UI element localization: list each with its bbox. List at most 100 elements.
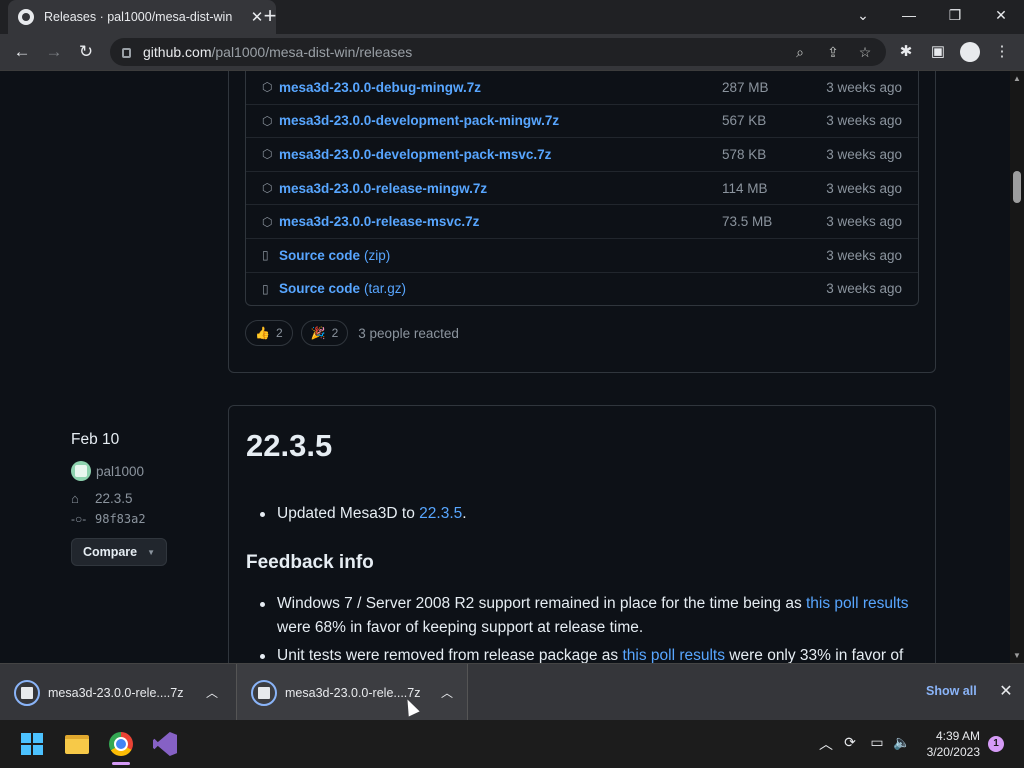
- sync-icon[interactable]: ⟳: [840, 734, 860, 751]
- asset-row[interactable]: ⬡ mesa3d-23.0.0-development-pack-msvc.7z…: [246, 137, 918, 171]
- sidepanel-icon[interactable]: ▣: [927, 41, 949, 63]
- clock-time: 4:39 AM: [935, 729, 980, 743]
- scrollbar-thumb[interactable]: [1013, 171, 1021, 203]
- scroll-down-icon[interactable]: ▼: [1013, 651, 1021, 660]
- menu-icon[interactable]: ⋮: [991, 41, 1013, 63]
- chevron-up-icon[interactable]: ︿: [202, 684, 222, 701]
- avatar[interactable]: [71, 461, 91, 481]
- version-link[interactable]: 22.3.5: [419, 505, 462, 522]
- thumbs-up-reaction[interactable]: 👍 2: [245, 320, 293, 346]
- asset-row[interactable]: ⬡ mesa3d-23.0.0-debug-mingw.7z 287 MB 3 …: [246, 71, 918, 104]
- list-item: Windows 7 / Server 2008 R2 support remai…: [260, 592, 921, 640]
- address-bar[interactable]: github.com/pal1000/mesa-dist-win/release…: [110, 38, 886, 66]
- tab-title: Releases · pal1000/mesa-dist-win: [44, 10, 233, 24]
- lock-icon[interactable]: [122, 48, 131, 58]
- release-card-22-3-5: 22.3.5 Updated Mesa3D to 22.3.5. Feedbac…: [228, 405, 936, 663]
- taskbar: ︿ ⟳ ▭ 🔈 4:39 AM 3/20/2023 1: [0, 720, 1024, 768]
- tada-reaction[interactable]: 🎉 2: [300, 320, 349, 346]
- asset-row[interactable]: ⬡ mesa3d-23.0.0-development-pack-mingw.7…: [246, 103, 918, 138]
- asset-link[interactable]: mesa3d-23.0.0-release-msvc.7z: [279, 214, 479, 229]
- tag-name[interactable]: 22.3.5: [95, 491, 133, 506]
- asset-link[interactable]: mesa3d-23.0.0-release-mingw.7z: [279, 181, 487, 196]
- file-explorer-button[interactable]: [61, 728, 93, 760]
- author-line[interactable]: pal1000: [71, 461, 167, 481]
- network-icon[interactable]: ▭: [867, 734, 887, 751]
- back-icon[interactable]: ←: [10, 40, 34, 64]
- source-row[interactable]: ▯ Source code (tar.gz) 3 weeks ago: [246, 271, 918, 306]
- tab-search-icon[interactable]: ⌄: [840, 0, 886, 34]
- browser-toolbar: ← → ↻ github.com/pal1000/mesa-dist-win/r…: [0, 34, 1024, 71]
- tada-icon: 🎉: [310, 326, 326, 340]
- list-item: Unit tests were removed from release pac…: [260, 644, 921, 663]
- download-filename: mesa3d-23.0.0-rele....7z: [285, 685, 421, 700]
- compare-button[interactable]: Compare ▼: [71, 538, 167, 566]
- asset-size: 287 MB: [722, 79, 769, 95]
- tag-icon: ⌂: [71, 491, 79, 506]
- search-icon[interactable]: ⌕: [790, 42, 810, 62]
- package-icon: ⬡: [262, 113, 273, 128]
- start-button[interactable]: [16, 728, 48, 760]
- extensions-icon[interactable]: ✱: [895, 41, 917, 63]
- chevron-up-icon[interactable]: ︿: [816, 734, 836, 754]
- download-item[interactable]: mesa3d-23.0.0-rele....7z ︿: [0, 664, 232, 721]
- close-downloads-icon[interactable]: ✕: [996, 681, 1016, 701]
- tab-strip: Releases · pal1000/mesa-dist-win ✕ + ⌄ —…: [0, 0, 1024, 34]
- reactions-summary: 3 people reacted: [358, 325, 459, 341]
- visual-studio-button[interactable]: [149, 728, 181, 760]
- clock[interactable]: 4:39 AM 3/20/2023: [912, 728, 980, 760]
- forward-icon[interactable]: →: [42, 40, 66, 64]
- feedback-list: Windows 7 / Server 2008 R2 support remai…: [260, 592, 921, 663]
- poll-link[interactable]: this poll results: [622, 647, 725, 663]
- scroll-up-icon[interactable]: ▲: [1013, 74, 1021, 83]
- source-ext[interactable]: (tar.gz): [364, 281, 406, 296]
- url-text[interactable]: github.com/pal1000/mesa-dist-win/release…: [143, 44, 412, 60]
- asset-link[interactable]: mesa3d-23.0.0-debug-mingw.7z: [279, 80, 481, 95]
- asset-row[interactable]: ⬡ mesa3d-23.0.0-release-msvc.7z 73.5 MB …: [246, 204, 918, 238]
- source-link[interactable]: Source code: [279, 281, 360, 296]
- package-icon: ⬡: [262, 181, 273, 196]
- source-link[interactable]: Source code: [279, 248, 360, 263]
- restore-button[interactable]: ❐: [932, 0, 978, 34]
- reload-icon[interactable]: ↻: [74, 40, 98, 64]
- download-filename: mesa3d-23.0.0-rele....7z: [48, 685, 184, 700]
- feedback-heading: Feedback info: [246, 552, 374, 573]
- chrome-taskbar-button[interactable]: [105, 728, 137, 760]
- asset-date: 3 weeks ago: [826, 214, 902, 230]
- downloads-bar: mesa3d-23.0.0-rele....7z ︿ mesa3d-23.0.0…: [0, 663, 1024, 721]
- download-item[interactable]: mesa3d-23.0.0-rele....7z ︿: [236, 664, 468, 721]
- notification-badge[interactable]: 1: [988, 736, 1004, 752]
- close-window-button[interactable]: ✕: [978, 0, 1024, 34]
- source-row[interactable]: ▯ Source code (zip) 3 weeks ago: [246, 237, 918, 272]
- chevron-up-icon[interactable]: ︿: [437, 684, 457, 701]
- release-title[interactable]: 22.3.5: [246, 428, 332, 464]
- tag-line[interactable]: ⌂ 22.3.5: [71, 491, 167, 506]
- release-card-23-0-0: ⬡ mesa3d-23.0.0-debug-mingw.7z 287 MB 3 …: [228, 71, 936, 373]
- asset-link[interactable]: mesa3d-23.0.0-development-pack-msvc.7z: [279, 147, 551, 162]
- author-name[interactable]: pal1000: [96, 464, 144, 479]
- list-item: Updated Mesa3D to 22.3.5.: [260, 502, 921, 526]
- share-icon[interactable]: ⇪: [823, 42, 843, 62]
- assets-list: ⬡ mesa3d-23.0.0-debug-mingw.7z 287 MB 3 …: [245, 71, 919, 307]
- page-content: ⬡ mesa3d-23.0.0-debug-mingw.7z 287 MB 3 …: [0, 71, 1010, 663]
- asset-date: 3 weeks ago: [826, 79, 902, 95]
- asset-row[interactable]: ⬡ mesa3d-23.0.0-release-mingw.7z 114 MB …: [246, 170, 918, 205]
- minimize-button[interactable]: —: [886, 0, 932, 34]
- asset-size: 73.5 MB: [722, 214, 773, 230]
- asset-link[interactable]: mesa3d-23.0.0-development-pack-mingw.7z: [279, 113, 559, 128]
- browser-tab[interactable]: Releases · pal1000/mesa-dist-win ✕: [8, 0, 276, 34]
- profile-icon[interactable]: [960, 42, 980, 62]
- show-all-button[interactable]: Show all: [926, 684, 977, 698]
- reactions-bar: 👍 2 🎉 2 3 people reacted: [245, 320, 459, 346]
- github-icon: [18, 9, 34, 25]
- zip-file-icon: ▯: [262, 248, 269, 263]
- source-ext[interactable]: (zip): [364, 248, 390, 263]
- new-tab-button[interactable]: +: [258, 4, 282, 28]
- page-scrollbar[interactable]: ▲ ▼: [1010, 71, 1024, 663]
- poll-link[interactable]: this poll results: [806, 595, 909, 612]
- volume-icon[interactable]: 🔈: [892, 734, 912, 751]
- folder-icon: [65, 734, 89, 754]
- star-icon[interactable]: ☆: [855, 42, 875, 62]
- commit-hash[interactable]: 98f83a2: [95, 512, 146, 526]
- commit-line[interactable]: -○- 98f83a2: [71, 512, 167, 526]
- package-icon: ⬡: [262, 147, 273, 162]
